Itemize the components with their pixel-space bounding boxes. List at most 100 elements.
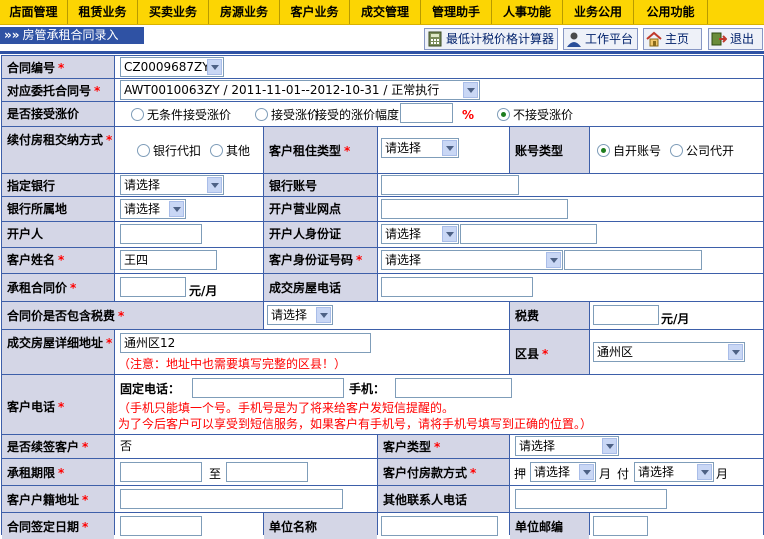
contract-no-select[interactable]: CZ0009687ZY xyxy=(120,57,224,77)
term-to-input[interactable] xyxy=(226,462,308,482)
select-value: 请选择 xyxy=(638,465,675,479)
chevron-down-icon[interactable] xyxy=(463,82,478,98)
tax-included-select[interactable]: 请选择 xyxy=(267,305,333,325)
customer-id-type-select[interactable]: 请选择 xyxy=(381,250,563,270)
nav-business-common[interactable]: 业务公用 xyxy=(563,0,634,24)
tax-included-cell: 请选择 xyxy=(264,302,509,329)
radio-unconditional[interactable] xyxy=(131,108,144,121)
field-label-text: 开户人身份证 xyxy=(269,227,342,241)
radio-accept[interactable] xyxy=(255,108,268,121)
company-name-cell xyxy=(378,513,509,539)
customer-name-cell: 王四 xyxy=(115,248,263,273)
option-label: 自开账号 xyxy=(613,144,662,158)
customer-id-input[interactable] xyxy=(564,250,702,270)
home-button[interactable]: 主页 xyxy=(643,28,702,50)
required-mark: * xyxy=(118,309,125,323)
required-mark: * xyxy=(344,144,351,158)
district-select[interactable]: 通州区 xyxy=(593,342,745,362)
chevron-down-icon[interactable] xyxy=(207,177,222,193)
district-label: 区县 * xyxy=(510,330,589,374)
chevron-down-icon[interactable] xyxy=(207,59,222,75)
rent-increase-reject-option[interactable]: 不接受涨价 xyxy=(497,108,573,122)
field-label-text: 税费 xyxy=(515,309,540,323)
chevron-down-icon[interactable] xyxy=(442,226,457,242)
radio-company[interactable] xyxy=(670,144,683,157)
sign-date-input[interactable] xyxy=(120,516,202,536)
required-mark: * xyxy=(356,253,363,267)
rent-price-input[interactable] xyxy=(120,277,186,297)
rent-increase-range-input[interactable] xyxy=(400,103,453,123)
home-icon xyxy=(646,31,662,47)
radio-other[interactable] xyxy=(210,144,223,157)
account-holder-input[interactable] xyxy=(120,224,202,244)
deposit-month-unit: 月 xyxy=(599,467,612,481)
chevron-down-icon[interactable] xyxy=(602,438,617,454)
nav-store-management[interactable]: 店面管理 xyxy=(0,0,68,24)
tax-input[interactable] xyxy=(593,305,659,325)
field-label-text: 开户营业网点 xyxy=(269,202,342,216)
deposit-label: 押 xyxy=(514,467,527,481)
entrust-contract-cell: AWT0010063ZY / 2011-11-01--2012-10-31 / … xyxy=(115,79,763,101)
chevron-down-icon[interactable] xyxy=(728,344,743,360)
customer-name-input[interactable]: 王四 xyxy=(120,250,217,270)
hukou-cell xyxy=(115,486,377,512)
customer-id-label: 客户身份证号码 * xyxy=(264,248,377,273)
tax-calculator-button[interactable]: 最低计税价格计算器 xyxy=(424,28,558,50)
pay-method-label: 客户付房款方式 * xyxy=(378,459,509,485)
rent-increase-accept-option[interactable]: 接受涨价 xyxy=(255,108,319,122)
account-self-option[interactable]: 自开账号 xyxy=(597,144,661,158)
chevron-down-icon[interactable] xyxy=(697,464,712,480)
chevron-down-icon[interactable] xyxy=(316,307,331,323)
nav-hr-functions[interactable]: 人事功能 xyxy=(492,0,563,24)
company-zip-input[interactable] xyxy=(593,516,648,536)
hukou-input[interactable] xyxy=(120,489,343,509)
chevron-down-icon[interactable] xyxy=(546,252,561,268)
pay-months-select[interactable]: 请选择 xyxy=(634,462,714,482)
option-label: 无条件接受涨价 xyxy=(147,108,232,122)
bank-account-input[interactable] xyxy=(381,175,519,195)
tax-label: 税费 xyxy=(510,302,589,329)
entrust-contract-select[interactable]: AWT0010063ZY / 2011-11-01--2012-10-31 / … xyxy=(120,80,480,100)
workbench-button[interactable]: 工作平台 xyxy=(563,28,638,50)
deposit-months-select[interactable]: 请选择 xyxy=(530,462,596,482)
company-name-input[interactable] xyxy=(381,516,498,536)
address-input[interactable]: 通州区12 xyxy=(120,333,371,353)
chevron-down-icon[interactable] xyxy=(442,140,457,156)
nav-listing-business[interactable]: 房源业务 xyxy=(209,0,280,24)
other-contact-input[interactable] xyxy=(515,489,667,509)
bank-location-select[interactable]: 请选择 xyxy=(120,199,186,219)
radio-self[interactable] xyxy=(597,144,610,157)
chevron-down-icon[interactable] xyxy=(169,201,184,217)
nav-common-functions[interactable]: 公用功能 xyxy=(634,0,708,24)
field-label-text: 开户人 xyxy=(7,227,44,241)
radio-bank[interactable] xyxy=(137,144,150,157)
customer-type-select[interactable]: 请选择 xyxy=(515,436,619,456)
required-mark: * xyxy=(106,133,113,147)
holder-id-cell: 请选择 xyxy=(378,222,763,247)
bank-select[interactable]: 请选择 xyxy=(120,175,224,195)
bank-branch-input[interactable] xyxy=(381,199,568,219)
exit-button[interactable]: 退出 xyxy=(708,28,763,50)
landline-input[interactable] xyxy=(192,378,344,398)
field-label-text: 合同编号 xyxy=(7,61,56,75)
deal-phone-input[interactable] xyxy=(381,277,533,297)
nav-deal-management[interactable]: 成交管理 xyxy=(350,0,421,24)
chevron-down-icon[interactable] xyxy=(579,464,594,480)
mobile-input[interactable] xyxy=(395,378,512,398)
nav-customer-business[interactable]: 客户业务 xyxy=(280,0,350,24)
radio-reject[interactable] xyxy=(497,108,510,121)
account-type-cell: 自开账号 公司代开 xyxy=(590,127,763,173)
tenant-type-select[interactable]: 请选择 xyxy=(381,138,459,158)
holder-id-input[interactable] xyxy=(460,224,597,244)
term-from-input[interactable] xyxy=(120,462,202,482)
rent-increase-unconditional-option[interactable]: 无条件接受涨价 xyxy=(131,108,231,122)
pay-other-option[interactable]: 其他 xyxy=(210,144,250,158)
account-company-option[interactable]: 公司代开 xyxy=(670,144,734,158)
holder-id-type-select[interactable]: 请选择 xyxy=(381,224,459,244)
select-value: 通州区 xyxy=(597,345,634,359)
nav-management-assistant[interactable]: 管理助手 xyxy=(421,0,492,24)
pay-bank-option[interactable]: 银行代扣 xyxy=(137,144,201,158)
nav-sales-business[interactable]: 买卖业务 xyxy=(138,0,209,24)
nav-rental-business[interactable]: 租赁业务 xyxy=(68,0,138,24)
select-value: 请选择 xyxy=(124,202,161,216)
